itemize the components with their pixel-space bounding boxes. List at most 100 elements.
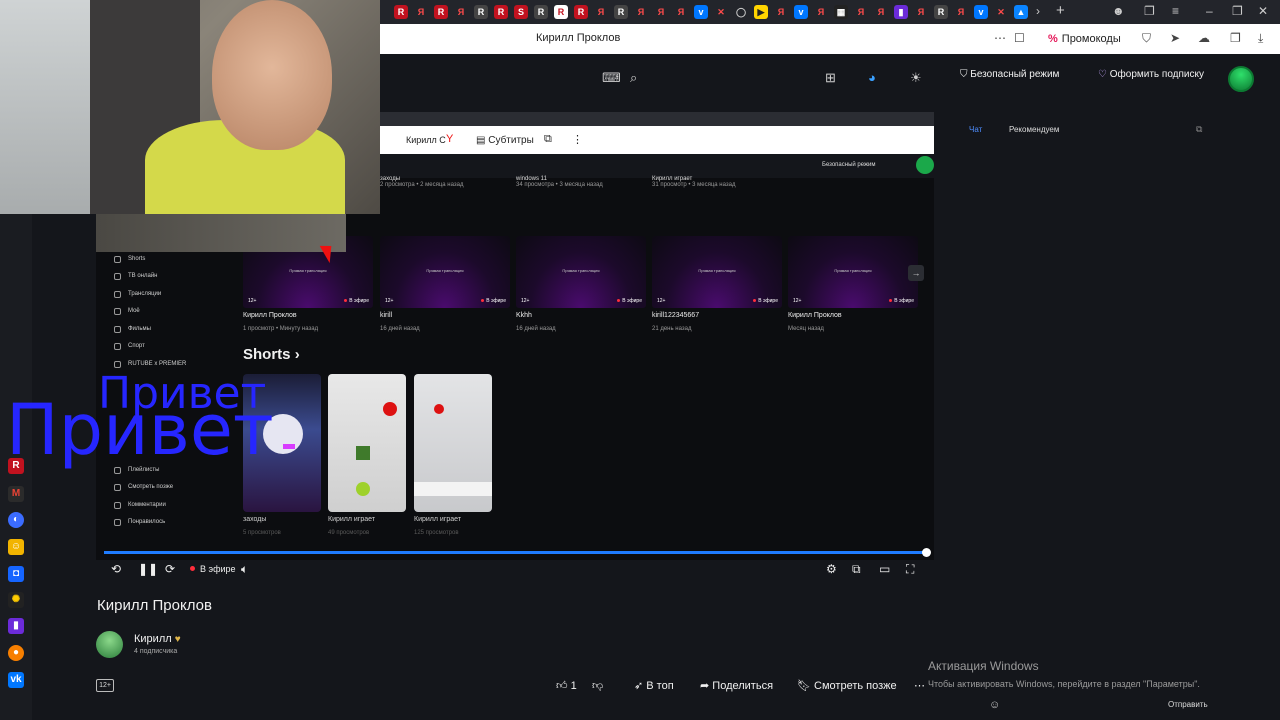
- tab-icon[interactable]: ✕: [994, 5, 1008, 19]
- promo-button[interactable]: % Промокоды: [1040, 28, 1129, 50]
- tab-icon[interactable]: Я: [414, 5, 428, 19]
- bookmark-icon[interactable]: ☻: [1112, 4, 1125, 18]
- tab-icon[interactable]: R: [434, 5, 448, 19]
- tab-icon[interactable]: R: [934, 5, 948, 19]
- more-options-icon[interactable]: ⋯: [914, 679, 925, 692]
- send-button[interactable]: Отправить: [1168, 700, 1208, 709]
- live-badge[interactable]: В эфире: [190, 564, 236, 574]
- twitch-taskbar-icon[interactable]: ▮: [8, 618, 24, 634]
- sidebar-item-label: Смотреть позже: [128, 484, 174, 490]
- theater-icon[interactable]: ▭: [879, 562, 890, 576]
- tab-icon[interactable]: Я: [814, 5, 828, 19]
- tab-icon[interactable]: Я: [674, 5, 688, 19]
- to-top-button[interactable]: ➶ В топ: [634, 679, 674, 692]
- shield-icon[interactable]: ⛉: [1142, 31, 1151, 46]
- more-icon[interactable]: ⋯: [994, 31, 1006, 45]
- chevron-right-icon[interactable]: ›: [1036, 4, 1040, 18]
- tab-chat[interactable]: Чат: [969, 125, 982, 134]
- tab-icon[interactable]: Я: [914, 5, 928, 19]
- rewind-icon[interactable]: ⟲: [111, 562, 121, 576]
- pip-icon[interactable]: ⧉: [852, 562, 861, 577]
- tab-icon[interactable]: ▦: [834, 5, 848, 19]
- minimize-icon[interactable]: –: [1206, 4, 1213, 18]
- tab-icon[interactable]: Я: [774, 5, 788, 19]
- cloud-icon[interactable]: ☁: [1198, 31, 1210, 45]
- tab-icon[interactable]: Я: [654, 5, 668, 19]
- tab-icon[interactable]: Я: [854, 5, 868, 19]
- window-icon[interactable]: ❐: [1144, 4, 1155, 18]
- tab-icon[interactable]: v: [794, 5, 808, 19]
- keyboard-icon[interactable]: ⌨: [602, 70, 621, 86]
- search-icon[interactable]: ⌕: [630, 70, 637, 86]
- tab-icon[interactable]: ◯: [734, 5, 748, 19]
- tab-recommended[interactable]: Рекомендуем: [1009, 125, 1059, 134]
- brightness-icon[interactable]: ☀: [910, 70, 922, 86]
- watch-later-button[interactable]: 🔖︎ Смотреть позже: [797, 679, 897, 692]
- tab-icon[interactable]: v: [694, 5, 708, 19]
- messenger-taskbar-icon[interactable]: ◐: [8, 512, 24, 528]
- external-link-icon[interactable]: ⧉: [1196, 124, 1202, 135]
- tab-icon[interactable]: Я: [634, 5, 648, 19]
- to-top-label: В топ: [646, 680, 674, 692]
- safe-mode-toggle[interactable]: ⛉ Безопасный режим: [960, 69, 1059, 80]
- upload-icon[interactable]: ⊞: [825, 70, 836, 86]
- more-vertical-icon[interactable]: ⋮: [572, 133, 583, 146]
- progress-bar[interactable]: [104, 548, 931, 557]
- sun-taskbar-icon[interactable]: ✺: [8, 592, 24, 608]
- user-avatar[interactable]: [1228, 66, 1254, 92]
- tab-icon[interactable]: ▲: [1014, 5, 1028, 19]
- share-button[interactable]: ➦ Поделиться: [700, 679, 773, 692]
- tab-icon[interactable]: R: [534, 5, 548, 19]
- bookmark-icon[interactable]: ☐: [1014, 31, 1025, 45]
- cursor-icon[interactable]: ➤: [1170, 31, 1180, 45]
- tab-icon[interactable]: R: [614, 5, 628, 19]
- tab-icon[interactable]: Я: [954, 5, 968, 19]
- subtitles-button[interactable]: ▤ Субтитры: [470, 132, 540, 150]
- vk-taskbar-icon[interactable]: vk: [8, 672, 24, 688]
- tab-icon[interactable]: R: [574, 5, 588, 19]
- ok-taskbar-icon[interactable]: ●: [8, 645, 24, 661]
- gmail-taskbar-icon[interactable]: M: [8, 486, 24, 502]
- emoji-icon[interactable]: ☺: [989, 699, 1000, 711]
- new-tab-icon[interactable]: +: [1056, 2, 1065, 19]
- sidebar-item-label: ТВ онлайн: [128, 273, 158, 279]
- tab-icon[interactable]: S: [514, 5, 528, 19]
- app-taskbar-icon[interactable]: ◘: [8, 566, 24, 582]
- subscribe-label: Оформить подписку: [1109, 69, 1204, 80]
- close-icon[interactable]: ✕: [1258, 4, 1268, 18]
- tab-icon[interactable]: v: [974, 5, 988, 19]
- sidebar-item-label: Спорт: [128, 343, 145, 349]
- video-card-meta: 31 просмотр • 3 месяца назад: [652, 182, 736, 188]
- tab-icon[interactable]: Я: [454, 5, 468, 19]
- active-tab[interactable]: R: [554, 5, 568, 19]
- settings-icon[interactable]: ⚙: [826, 562, 837, 576]
- subscribe-button[interactable]: ♡ Оформить подписку: [1098, 69, 1204, 80]
- channel-avatar[interactable]: [96, 631, 123, 658]
- volume-icon[interactable]: 🔈︎: [241, 562, 248, 577]
- download-icon[interactable]: ⤓: [1258, 31, 1263, 46]
- live-thumbnail: Прямая трансляция 12+ В эфире: [516, 236, 646, 308]
- tab-icon[interactable]: ✕: [714, 5, 728, 19]
- restore-icon[interactable]: ❐: [1232, 4, 1243, 18]
- chat-bubble-icon[interactable]: ◕: [868, 70, 876, 85]
- tab-icon[interactable]: Я: [594, 5, 608, 19]
- progress-knob[interactable]: [922, 548, 931, 557]
- game-taskbar-icon[interactable]: ☺: [8, 539, 24, 555]
- pause-icon[interactable]: ❚❚: [138, 562, 158, 576]
- tab-icon[interactable]: ▮: [894, 5, 908, 19]
- like-button[interactable]: 👍︎ 1: [556, 679, 577, 692]
- menu-icon[interactable]: ≡: [1172, 4, 1179, 18]
- tab-icon[interactable]: ▶: [754, 5, 768, 19]
- channel-name[interactable]: Кирилл ♥: [134, 633, 181, 645]
- tab-icon[interactable]: R: [394, 5, 408, 19]
- tab-icon[interactable]: R: [494, 5, 508, 19]
- age-label: 12+: [521, 298, 530, 304]
- dislike-icon[interactable]: 👎︎: [592, 679, 603, 692]
- address-bar[interactable]: Кирилл Проклов ⋯ ☐ % Промокоды ⛉ ➤ ☁ ❐ ⤓: [380, 24, 1280, 54]
- forward-icon[interactable]: ⟳: [165, 562, 175, 576]
- tab-icon[interactable]: Я: [874, 5, 888, 19]
- translate-icon[interactable]: ⧉: [544, 133, 552, 146]
- collections-icon[interactable]: ❐: [1230, 31, 1241, 45]
- tab-icon[interactable]: R: [474, 5, 488, 19]
- fullscreen-icon[interactable]: ⛶: [906, 562, 914, 577]
